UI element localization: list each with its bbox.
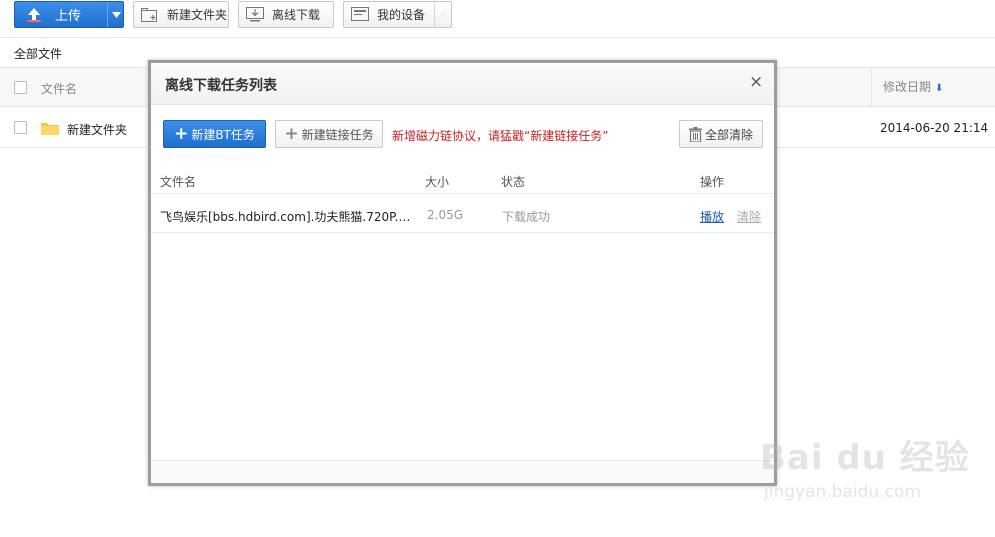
play-link[interactable]: 播放: [700, 208, 724, 225]
breadcrumb[interactable]: 全部文件: [14, 45, 62, 62]
task-column-status: 状态: [501, 175, 526, 189]
upload-button[interactable]: 上传: [14, 1, 124, 28]
folder-icon: [41, 123, 59, 135]
offline-download-button[interactable]: 离线下载: [238, 1, 334, 28]
clear-link[interactable]: 清除: [737, 208, 761, 225]
device-icon: [351, 7, 369, 21]
chevron-down-icon: [111, 11, 121, 18]
new-link-task-button[interactable]: + 新建链接任务: [275, 120, 383, 148]
plus-icon: +: [174, 123, 189, 144]
dialog-footer: [151, 460, 774, 483]
clear-all-label: 全部清除: [704, 127, 753, 142]
new-bt-task-label: 新建BT任务: [191, 127, 255, 142]
task-column-name: 文件名: [160, 175, 197, 189]
clear-all-button[interactable]: 全部清除: [679, 120, 763, 148]
task-size: 2.05G: [427, 208, 464, 222]
column-header-date-label: 修改日期: [883, 80, 932, 94]
upload-main[interactable]: 上传: [15, 2, 107, 27]
select-all-checkbox[interactable]: [14, 81, 27, 94]
my-devices-button[interactable]: 我的设备: [343, 1, 452, 28]
task-status: 下载成功: [502, 210, 551, 224]
chevron-down-icon: [442, 14, 443, 15]
watermark: Bai du 经验 jingyan.baidu.com: [760, 430, 970, 502]
new-folder-icon: [141, 7, 157, 22]
close-icon[interactable]: ×: [749, 74, 763, 91]
file-name[interactable]: 新建文件夹: [67, 121, 127, 138]
column-header-name[interactable]: 文件名: [41, 80, 77, 97]
divider: [151, 193, 774, 194]
row-checkbox[interactable]: [14, 121, 27, 134]
upload-icon: [27, 7, 41, 22]
dialog-title: 离线下载任务列表: [165, 78, 277, 94]
file-date: 2014-06-20 21:14: [880, 121, 989, 135]
upload-label: 上传: [55, 9, 82, 24]
magnet-notice: 新增磁力链协议，请猛戳“新建链接任务”: [392, 129, 609, 143]
new-link-task-label: 新建链接任务: [301, 127, 374, 142]
my-devices-dropdown[interactable]: [434, 2, 451, 27]
trash-icon: [688, 126, 702, 142]
watermark-logo: Bai du 经验: [760, 438, 970, 478]
download-icon: [246, 7, 264, 22]
offline-download-dialog: 离线下载任务列表 × + 新建BT任务 + 新建链接任务 新增磁力链协议，请猛戳“新…: [148, 60, 777, 486]
sort-down-icon: ⬇: [935, 83, 944, 94]
new-folder-button[interactable]: 新建文件夹: [133, 1, 229, 28]
my-devices-label: 我的设备: [377, 8, 426, 22]
watermark-url: jingyan.baidu.com: [764, 482, 921, 502]
divider: [151, 232, 774, 233]
task-column-action: 操作: [700, 175, 725, 189]
dialog-header[interactable]: 离线下载任务列表 ×: [151, 63, 774, 105]
plus-icon: +: [284, 123, 299, 144]
column-header-date[interactable]: 修改日期 ⬇: [871, 68, 943, 106]
new-folder-label: 新建文件夹: [167, 8, 228, 22]
toolbar: 上传 新建文件夹 离线下载 我的设备: [0, 0, 995, 38]
task-column-size: 大小: [425, 175, 450, 189]
offline-download-label: 离线下载: [272, 8, 321, 22]
task-name: 飞鸟娱乐[bbs.hdbird.com].功夫熊猫.720P.中英双字: [160, 210, 418, 224]
new-bt-task-button[interactable]: + 新建BT任务: [163, 120, 266, 148]
upload-dropdown[interactable]: [107, 2, 124, 27]
